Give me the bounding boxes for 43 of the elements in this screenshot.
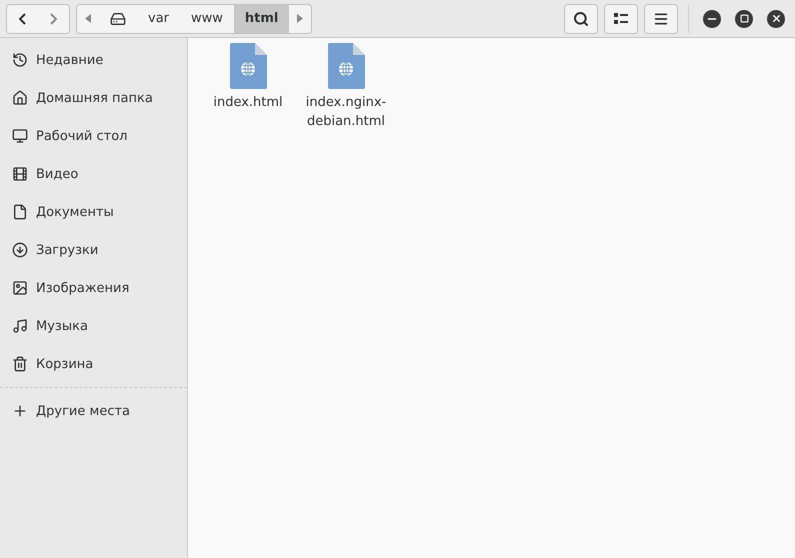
sidebar-item[interactable]: Документы — [0, 193, 187, 231]
triangle-left-icon — [85, 14, 91, 23]
menu-icon — [653, 10, 669, 26]
home-icon — [12, 90, 28, 106]
path-crumb[interactable]: www — [180, 4, 234, 32]
sidebar-item[interactable]: Недавние — [0, 41, 187, 79]
sidebar-item[interactable]: Загрузки — [0, 231, 187, 269]
downloads-icon — [12, 242, 28, 258]
sidebar-item[interactable]: Изображения — [0, 269, 187, 307]
path-crumb[interactable]: var — [137, 4, 180, 32]
sidebar-item[interactable]: Рабочий стол — [0, 117, 187, 155]
sidebar-item[interactable]: Домашняя папка — [0, 79, 187, 117]
sidebar-item[interactable]: Музыка — [0, 307, 187, 345]
minimize-button[interactable] — [703, 10, 721, 28]
menu-button[interactable] — [644, 4, 678, 34]
drive-icon — [110, 10, 126, 26]
view-toggle-button[interactable] — [604, 4, 638, 34]
recent-icon — [12, 52, 28, 68]
list-view-icon — [614, 12, 628, 24]
search-icon — [573, 10, 589, 26]
music-icon — [12, 318, 28, 334]
path-crumb[interactable]: html — [234, 4, 290, 32]
maximize-button[interactable] — [735, 10, 753, 28]
plus-icon — [12, 403, 28, 419]
triangle-right-icon — [297, 14, 304, 23]
documents-icon — [12, 204, 28, 220]
file-name[interactable]: index.nginx-debian.html — [302, 93, 390, 131]
html-file-icon — [328, 43, 364, 89]
trash-icon — [12, 356, 28, 372]
chevron-right-icon — [50, 12, 57, 24]
pictures-icon — [12, 280, 28, 296]
close-button[interactable] — [767, 10, 785, 28]
sidebar-item[interactable]: Видео — [0, 155, 187, 193]
search-button[interactable] — [564, 4, 598, 34]
close-icon — [770, 13, 782, 24]
maximize-icon — [740, 14, 748, 23]
file-name[interactable]: index.html — [213, 93, 283, 112]
chevron-left-icon — [19, 12, 26, 24]
other-locations-item[interactable]: Другие места — [0, 392, 187, 430]
video-icon — [12, 166, 28, 182]
desktop-icon — [12, 128, 28, 144]
html-file-icon — [230, 43, 266, 89]
sidebar-item[interactable]: Корзина — [0, 345, 187, 383]
